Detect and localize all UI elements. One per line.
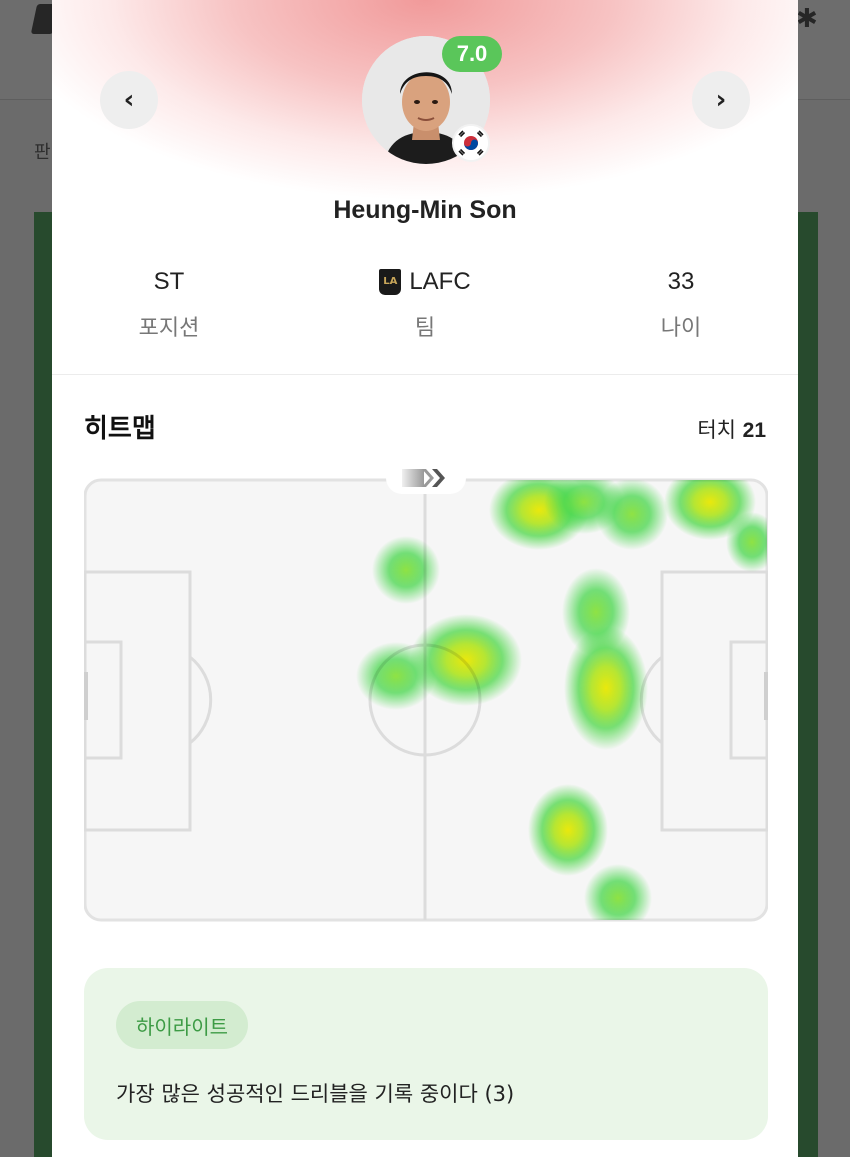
touch-count-label: 터치 bbox=[697, 418, 736, 442]
stat-age: 33 나이 bbox=[581, 262, 781, 342]
section-divider bbox=[52, 374, 798, 375]
stat-position: ST 포지션 bbox=[69, 262, 269, 342]
team-value: LAFC bbox=[409, 268, 471, 295]
player-rating-badge: 7.0 bbox=[442, 36, 502, 72]
previous-player-button[interactable]: ‹ bbox=[100, 71, 158, 129]
touch-count: 터치 21 bbox=[697, 414, 766, 444]
highlight-card: 하이라이트 가장 많은 성공적인 드리블을 기록 중이다 (3) bbox=[84, 968, 768, 1140]
heatmap-pitch bbox=[83, 462, 769, 922]
highlight-text: 가장 많은 성공적인 드리블을 기록 중이다 (3) bbox=[116, 1082, 515, 1106]
position-value: ST bbox=[153, 268, 185, 295]
touch-count-value: 21 bbox=[742, 419, 766, 442]
lafc-logo-icon: LA bbox=[379, 269, 402, 295]
age-value: 33 bbox=[667, 268, 695, 295]
player-detail-modal: ‹ › 7.0 Heung-Min Son ST 포지션 LA LAFC 팀 3… bbox=[52, 0, 798, 1157]
chevron-left-icon: ‹ bbox=[123, 85, 135, 115]
pitch-svg bbox=[83, 478, 769, 922]
south-korea-flag-icon bbox=[452, 124, 490, 162]
player-stats-row: ST 포지션 LA LAFC 팀 33 나이 bbox=[52, 262, 798, 352]
player-name: Heung-Min Son bbox=[333, 196, 517, 224]
chevron-right-icon: › bbox=[715, 85, 727, 115]
player-avatar-group: 7.0 bbox=[362, 36, 502, 164]
highlight-badge: 하이라이트 bbox=[116, 1001, 248, 1049]
position-label: 포지션 bbox=[138, 316, 200, 341]
next-player-button[interactable]: › bbox=[692, 71, 750, 129]
age-label: 나이 bbox=[660, 316, 702, 341]
stat-team[interactable]: LA LAFC 팀 bbox=[325, 262, 525, 342]
attack-direction-arrows-icon bbox=[386, 462, 466, 494]
background-text: 판 bbox=[34, 142, 51, 163]
gear-icon: ✱ bbox=[796, 4, 818, 34]
heatmap-title: 히트맵 bbox=[84, 414, 156, 444]
team-label: 팀 bbox=[414, 316, 436, 341]
